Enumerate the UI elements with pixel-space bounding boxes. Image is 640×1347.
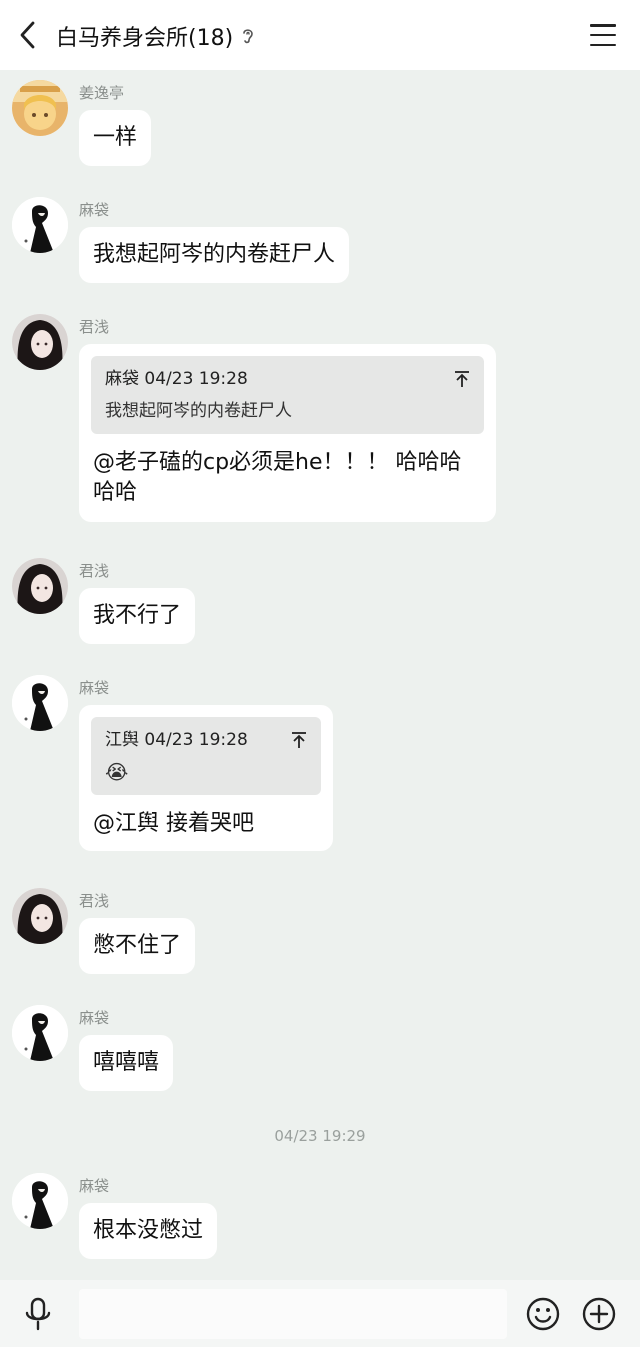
menu-icon-line <box>590 24 616 27</box>
chat-title: 白马养身会所(18) <box>56 26 234 51</box>
message-input[interactable] <box>79 1289 507 1339</box>
chat-message-list[interactable]: 姜逸亭 一样 麻袋 我想起阿岑的内卷赶尸人 君浅 麻袋 04/23 19:28 … <box>0 70 640 1280</box>
back-button[interactable] <box>12 18 44 52</box>
quote-emoji: 😭 <box>105 760 129 784</box>
avatar[interactable] <box>12 1173 68 1229</box>
message-text-line: @老子磕的cp必须是he！！！ 哈哈哈 <box>93 450 462 475</box>
quoted-message[interactable]: 江舆 04/23 19:28 😭 <box>91 717 321 795</box>
message-bubble[interactable]: 麻袋 04/23 19:28 我想起阿岑的内卷赶尸人 @老子磕的cp必须是he！… <box>79 344 496 522</box>
message-text: 我不行了 <box>93 603 182 628</box>
avatar[interactable] <box>12 80 68 136</box>
chevron-left-icon <box>20 21 35 49</box>
sender-name: 麻袋 <box>79 201 110 219</box>
avatar[interactable] <box>12 888 68 944</box>
chat-title-wrap[interactable]: 白马养身会所(18) <box>56 20 255 52</box>
avatar[interactable] <box>12 197 68 253</box>
message-bubble[interactable]: 一样 <box>79 110 152 166</box>
quote-author-time: 江舆 04/23 19:28 <box>105 730 248 750</box>
input-bar <box>0 1280 640 1347</box>
smiley-icon <box>526 1297 560 1331</box>
sender-name: 君浅 <box>79 318 110 336</box>
arrow-to-top-icon[interactable] <box>291 731 307 749</box>
quote-author-time: 麻袋 04/23 19:28 <box>105 369 248 389</box>
voice-button[interactable] <box>22 1297 54 1331</box>
message-text: 根本没憋过 <box>93 1218 204 1243</box>
microphone-icon <box>25 1297 51 1331</box>
message-bubble[interactable]: 我想起阿岑的内卷赶尸人 <box>79 227 350 283</box>
message-text: 嘻嘻嘻 <box>93 1050 160 1075</box>
message-bubble[interactable]: 我不行了 <box>79 588 196 644</box>
avatar[interactable] <box>12 1005 68 1061</box>
sender-name: 麻袋 <box>79 1009 110 1027</box>
time-divider: 04/23 19:29 <box>274 1127 366 1145</box>
message-text: 憋不住了 <box>93 933 182 958</box>
menu-icon-line <box>590 33 616 37</box>
chat-header: 白马养身会所(18) <box>0 0 640 70</box>
ear-icon <box>241 26 255 46</box>
message-bubble[interactable]: 根本没憋过 <box>79 1203 218 1259</box>
message-bubble[interactable]: 江舆 04/23 19:28 😭 @江舆 接着哭吧 <box>79 705 333 851</box>
avatar[interactable] <box>12 314 68 370</box>
message-text: @老子磕的cp必须是he！！！ 哈哈哈 哈哈 <box>91 448 484 508</box>
sender-name: 君浅 <box>79 562 110 580</box>
quote-text: 我想起阿岑的内卷赶尸人 <box>105 401 292 421</box>
sender-name: 君浅 <box>79 892 110 910</box>
sender-name: 麻袋 <box>79 1177 110 1195</box>
emoji-button[interactable] <box>526 1297 560 1331</box>
avatar[interactable] <box>12 675 68 731</box>
sender-name: 麻袋 <box>79 679 110 697</box>
menu-button[interactable] <box>590 22 616 48</box>
menu-icon-line <box>590 43 616 46</box>
message-bubble[interactable]: 嘻嘻嘻 <box>79 1035 174 1091</box>
avatar[interactable] <box>12 558 68 614</box>
sender-name: 姜逸亭 <box>79 84 125 102</box>
message-text: 我想起阿岑的内卷赶尸人 <box>93 242 336 267</box>
arrow-to-top-icon[interactable] <box>454 370 470 388</box>
quoted-message[interactable]: 麻袋 04/23 19:28 我想起阿岑的内卷赶尸人 <box>91 356 484 434</box>
more-button[interactable] <box>582 1297 616 1331</box>
message-text-line: 哈哈 <box>93 480 138 505</box>
message-text: @江舆 接着哭吧 <box>93 811 254 836</box>
message-bubble[interactable]: 憋不住了 <box>79 918 196 974</box>
plus-circle-icon <box>582 1297 616 1331</box>
message-text: 一样 <box>93 125 138 150</box>
